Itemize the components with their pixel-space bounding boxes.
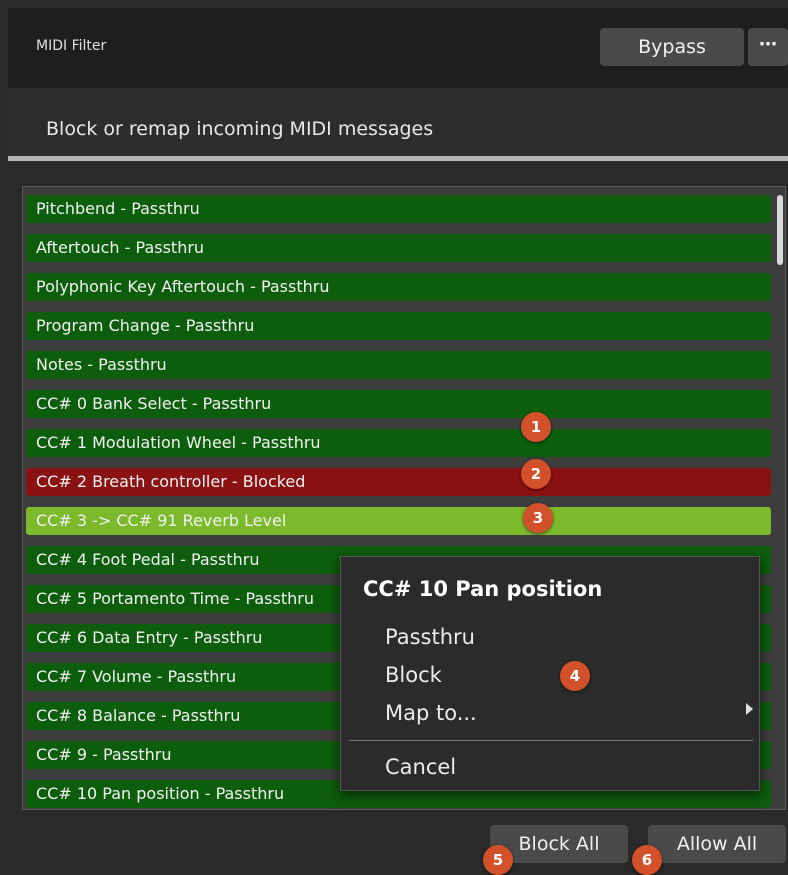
list-item[interactable]: CC# 0 Bank Select - Passthru [26,390,771,418]
menu-divider [349,740,753,741]
header-bar: MIDI Filter Bypass ⋯ [8,8,788,88]
menu-item-passthru[interactable]: Passthru [385,625,475,649]
midi-filter-panel: MIDI Filter Bypass ⋯ Block or remap inco… [8,8,788,875]
list-scrollbar[interactable] [777,195,783,265]
menu-item-block[interactable]: Block [385,663,442,687]
list-item[interactable]: CC# 2 Breath controller - Blocked [26,468,771,496]
callout-badge: 5 [483,845,513,875]
list-item[interactable]: Pitchbend - Passthru [26,195,771,223]
header-divider [8,156,788,161]
list-item[interactable]: Program Change - Passthru [26,312,771,340]
callout-badge: 3 [523,503,553,533]
list-item[interactable]: Aftertouch - Passthru [26,234,771,262]
context-menu: CC# 10 Pan position Passthru Block Map t… [340,556,760,791]
submenu-arrow-icon [746,703,753,715]
list-item[interactable]: Notes - Passthru [26,351,771,379]
bypass-button[interactable]: Bypass [600,28,744,66]
list-item[interactable]: CC# 1 Modulation Wheel - Passthru [26,429,771,457]
list-item[interactable]: Polyphonic Key Aftertouch - Passthru [26,273,771,301]
panel-title: MIDI Filter [36,38,107,54]
context-menu-title: CC# 10 Pan position [363,577,603,601]
menu-item-cancel[interactable]: Cancel [385,755,456,779]
callout-badge: 4 [560,661,590,691]
allow-all-button[interactable]: Allow All [648,825,786,863]
callout-badge: 6 [632,845,662,875]
menu-item-map-to[interactable]: Map to... [385,701,477,725]
callout-badge: 1 [521,412,551,442]
callout-badge: 2 [521,459,551,489]
more-options-icon[interactable]: ⋯ [748,28,788,66]
list-item[interactable]: CC# 3 -> CC# 91 Reverb Level [26,507,771,535]
panel-subtitle: Block or remap incoming MIDI messages [46,118,434,140]
